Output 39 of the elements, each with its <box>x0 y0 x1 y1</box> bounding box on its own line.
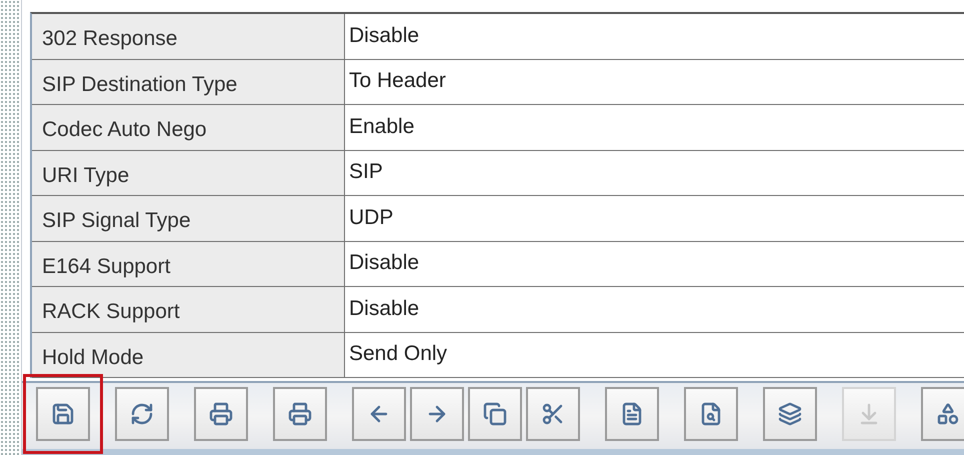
setting-name: RACK Support <box>32 287 345 332</box>
setting-name: E164 Support <box>32 242 345 286</box>
toolbar-button[interactable] <box>921 387 964 441</box>
setting-name: 302 Response <box>32 14 345 58</box>
toolbar-button[interactable] <box>468 387 522 441</box>
setting-value[interactable]: To Header <box>345 60 964 104</box>
setting-name: Hold Mode <box>32 332 345 377</box>
setting-value[interactable]: Disable <box>345 242 964 286</box>
printer-icon <box>288 402 312 426</box>
toolbar-button[interactable] <box>194 387 248 441</box>
setting-value[interactable]: Disable <box>345 14 964 58</box>
toolbar-button[interactable] <box>684 387 738 441</box>
setting-name: SIP Destination Type <box>32 60 345 104</box>
toolbar-button[interactable] <box>115 387 169 441</box>
refresh-icon <box>130 402 154 426</box>
toolbar-button[interactable] <box>36 387 90 441</box>
setting-value[interactable]: UDP <box>345 196 964 240</box>
setting-value[interactable]: Send Only <box>345 332 964 377</box>
setting-value[interactable]: SIP <box>345 150 964 195</box>
copy-icon <box>483 402 507 426</box>
save-icon <box>51 402 75 426</box>
setting-value[interactable]: Disable <box>345 287 964 332</box>
document-search-icon <box>699 402 723 426</box>
document-icon <box>620 402 644 426</box>
toolbar-button[interactable] <box>526 387 580 441</box>
printer-icon <box>209 402 233 426</box>
stack-icon <box>778 402 802 426</box>
toolbar-button[interactable] <box>763 387 817 441</box>
toolbar-button[interactable] <box>352 387 406 441</box>
scissors-icon <box>541 402 565 426</box>
setting-name: Codec Auto Nego <box>32 105 345 150</box>
shapes-icon <box>936 402 960 426</box>
setting-name: SIP Signal Type <box>32 196 345 240</box>
splitter-handle[interactable] <box>0 0 22 455</box>
toolbar-button[interactable] <box>605 387 659 441</box>
setting-value[interactable]: Enable <box>345 105 964 150</box>
setting-name: URI Type <box>32 150 345 195</box>
toolbar-button[interactable] <box>273 387 327 441</box>
toolbar-button[interactable] <box>410 387 464 441</box>
